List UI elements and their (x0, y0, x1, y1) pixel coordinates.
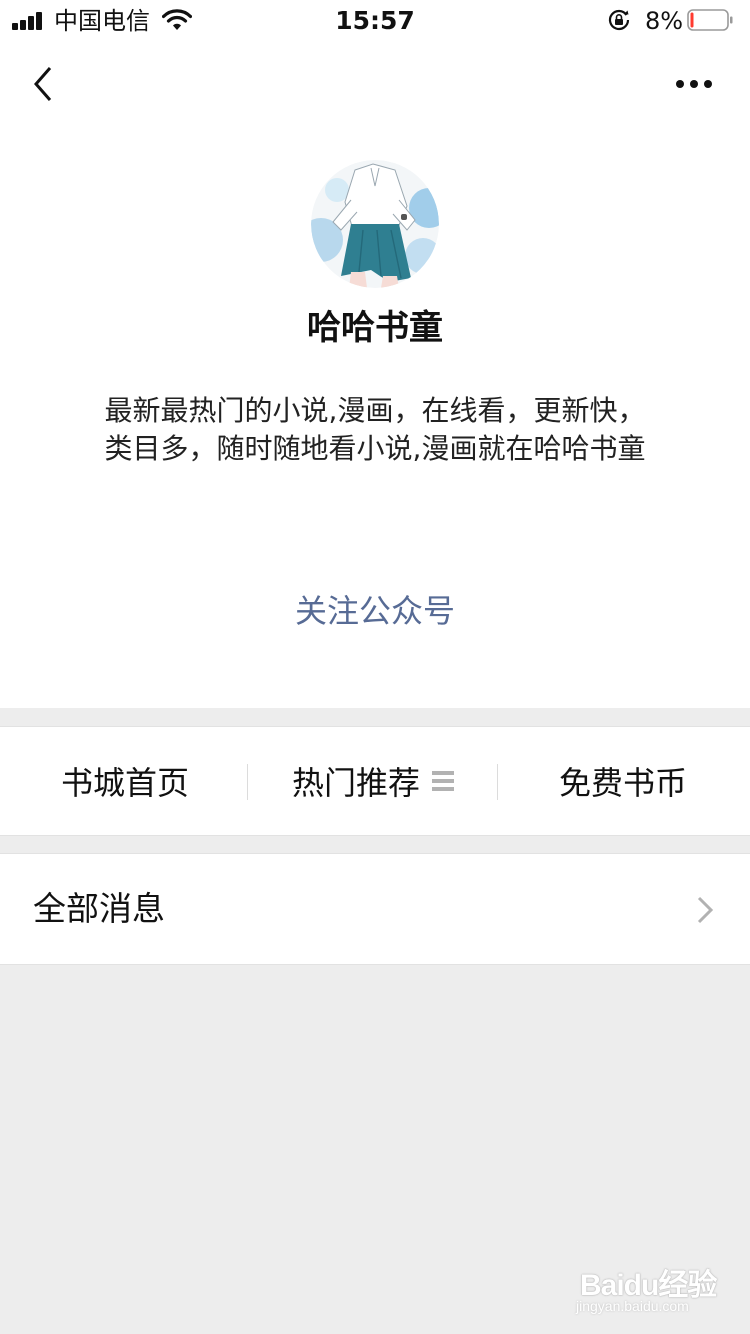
menu-item-label: 书城首页 (60, 764, 189, 802)
account-name: 哈哈书童 (307, 308, 443, 348)
all-messages-label: 全部消息 (33, 889, 165, 928)
submenu-list-icon (432, 771, 454, 791)
menu-item-hot-recommend[interactable]: 热门推荐 (248, 727, 498, 835)
rotation-lock-icon (608, 9, 630, 31)
profile-section: 哈哈书童 最新最热门的小说,漫画，在线看，更新快，类目多，随时随地看小说,漫画就… (0, 126, 750, 708)
nav-bar (0, 42, 750, 126)
menu-item-free-coins[interactable]: 免费书币 (498, 727, 748, 835)
menu-bar: 书城首页 热门推荐 免费书币 (0, 726, 750, 836)
menu-item-label: 热门推荐 (291, 764, 420, 802)
watermark-subtext: jingyan.baidu.com (576, 1298, 689, 1314)
account-description: 最新最热门的小说,漫画，在线看，更新快，类目多，随时随地看小说,漫画就在哈哈书童 (104, 394, 646, 465)
menu-item-label: 免费书币 (558, 764, 687, 802)
all-messages-row[interactable]: 全部消息 (0, 853, 750, 965)
avatar[interactable] (311, 160, 439, 288)
battery-percent: 8% (645, 7, 684, 35)
back-arrow-icon[interactable] (24, 62, 64, 106)
status-time: 15:57 (335, 6, 415, 35)
more-dots-icon[interactable] (668, 68, 720, 100)
battery-icon (687, 9, 733, 31)
status-bar: 中国电信 15:57 8% (0, 0, 750, 42)
watermark-logo: Baidu经验 jingyan.baidu.com (572, 1250, 722, 1320)
menu-item-bookstore-home[interactable]: 书城首页 (0, 727, 250, 835)
follow-button[interactable]: 关注公众号 (225, 586, 525, 636)
chevron-right-icon (697, 896, 714, 924)
page: 中国电信 15:57 8% 哈哈书童 最新最热门的小说,漫画，在线看，更新快，类… (0, 0, 750, 1334)
